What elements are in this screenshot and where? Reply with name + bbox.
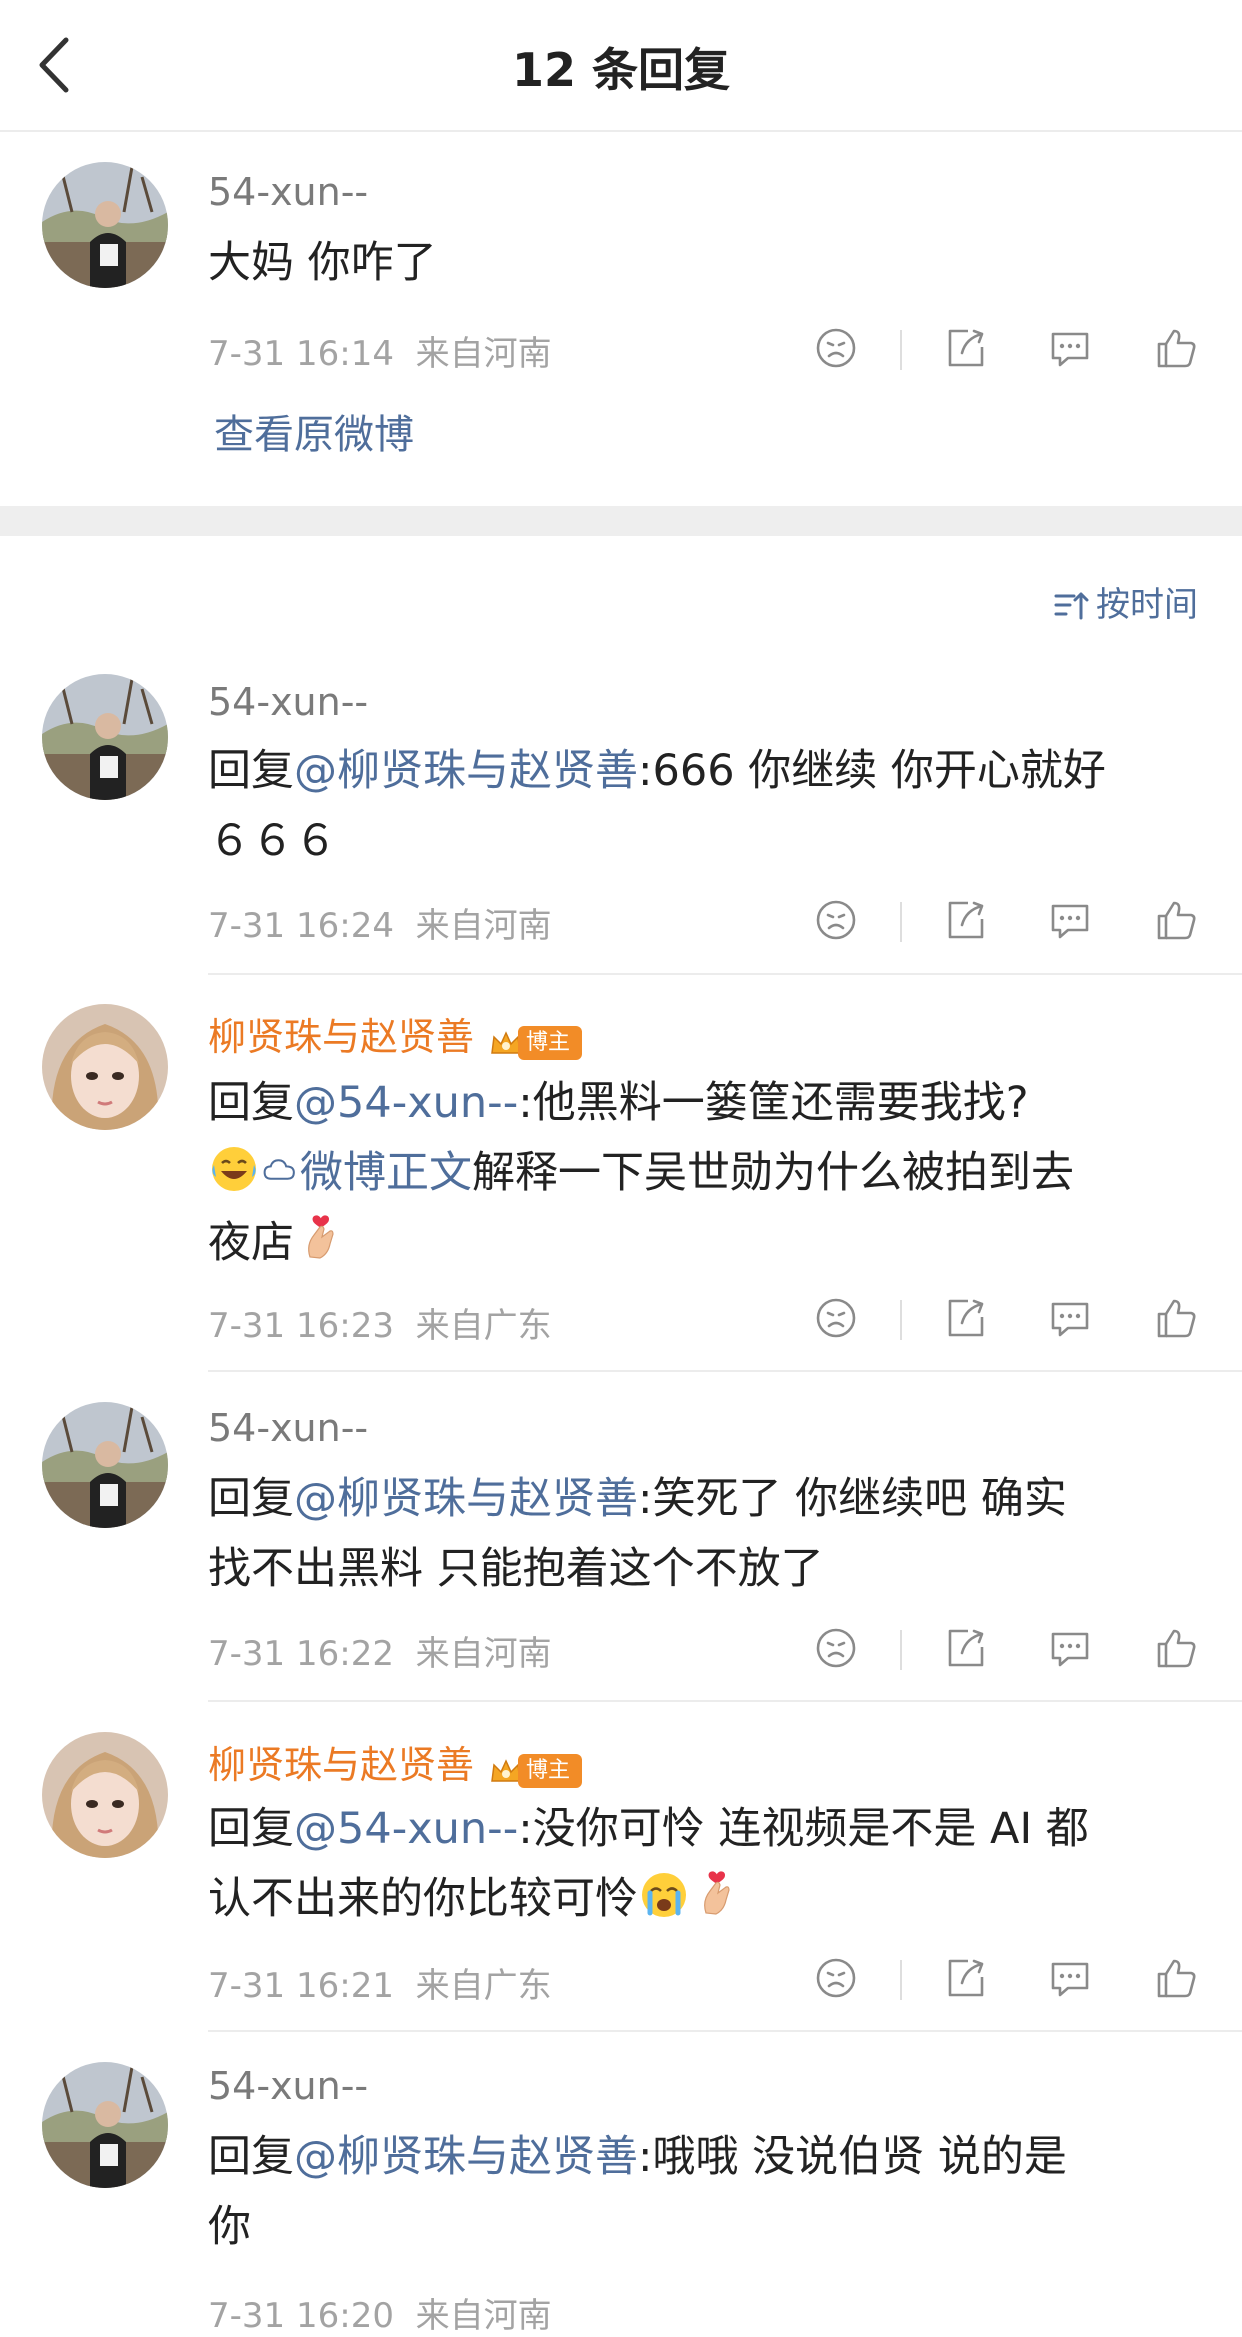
finger-heart-icon: [294, 1213, 346, 1265]
divider: [208, 973, 1242, 975]
share-icon[interactable]: [940, 1292, 992, 1344]
reply-item: 54-xun-- 回复@柳贤珠与赵贤善:哦哦 没说伯贤 说的是 你 7-31 1…: [0, 2060, 1242, 2336]
dislike-icon[interactable]: [810, 1952, 862, 2004]
like-icon[interactable]: [1150, 1622, 1202, 1674]
weibo-post-link[interactable]: 微博正文: [300, 1148, 472, 1198]
divider: [900, 1300, 902, 1340]
mention-link[interactable]: @柳贤珠与赵贤善: [294, 746, 638, 796]
root-comment: 54-xun-- 大妈 你咋了 7-31 16:14 来自河南 查看原微博: [0, 130, 1242, 510]
sort-button[interactable]: 按时间: [1052, 577, 1198, 626]
comment-icon[interactable]: [1044, 1622, 1096, 1674]
action-bar: [800, 322, 1220, 382]
user-name[interactable]: 柳贤珠与赵贤善 博主: [208, 1006, 583, 1061]
like-icon[interactable]: [1150, 1292, 1202, 1344]
dislike-icon[interactable]: [810, 322, 862, 374]
comment-meta: 7-31 16:23 来自广东: [208, 1306, 552, 1346]
like-icon[interactable]: [1150, 322, 1202, 374]
reply-text: 回复@柳贤珠与赵贤善:666 你继续 你开心就好 ６６６: [208, 746, 1106, 866]
reply-item: 54-xun-- 回复@柳贤珠与赵贤善:笑死了 你继续吧 确实 找不出黑料 只能…: [0, 1400, 1242, 1700]
dislike-icon[interactable]: [810, 1622, 862, 1674]
mention-link[interactable]: @54-xun--: [294, 1078, 518, 1128]
avatar[interactable]: [42, 1402, 168, 1528]
avatar[interactable]: [42, 1004, 168, 1130]
avatar[interactable]: [42, 1732, 168, 1858]
action-bar: [800, 894, 1220, 954]
divider: [900, 1630, 902, 1670]
comment-meta: 7-31 16:21 来自广东: [208, 1966, 552, 2006]
comment-meta: 7-31 16:24 来自河南: [208, 906, 552, 946]
dislike-icon[interactable]: [810, 894, 862, 946]
divider: [900, 330, 902, 370]
page-title: 12 条回复: [511, 43, 731, 97]
like-icon[interactable]: [1150, 1952, 1202, 2004]
user-name[interactable]: 柳贤珠与赵贤善 博主: [208, 1734, 583, 1789]
divider: [208, 1700, 1242, 1702]
like-icon[interactable]: [1150, 894, 1202, 946]
top-bar: 12 条回复: [0, 0, 1242, 132]
avatar[interactable]: [42, 162, 168, 288]
divider: [900, 902, 902, 942]
user-name[interactable]: 54-xun--: [208, 680, 368, 724]
user-name[interactable]: 54-xun--: [208, 1406, 368, 1450]
reply-item: 柳贤珠与赵贤善 博主 回复@54-xun--:没你可怜 连视频是不是 AI 都 认…: [0, 1730, 1242, 2030]
blogger-badge: 博主: [488, 1019, 583, 1060]
crying-face-icon: [638, 1869, 690, 1921]
divider: [208, 2030, 1242, 2032]
comment-icon[interactable]: [1044, 1292, 1096, 1344]
action-bar: [800, 1622, 1220, 1682]
action-bar: [800, 1952, 1220, 2012]
mention-link[interactable]: @54-xun--: [294, 1804, 518, 1854]
avatar[interactable]: [42, 674, 168, 800]
reply-text: 回复@柳贤珠与赵贤善:笑死了 你继续吧 确实 找不出黑料 只能抱着这个不放了: [208, 1474, 1067, 1594]
user-name[interactable]: 54-xun--: [208, 170, 368, 214]
comment-icon[interactable]: [1044, 894, 1096, 946]
share-icon[interactable]: [940, 1622, 992, 1674]
divider: [900, 1960, 902, 2000]
divider: [208, 1370, 1242, 1372]
view-original-link[interactable]: 查看原微博: [214, 402, 414, 460]
avatar[interactable]: [42, 2062, 168, 2188]
comment-text: 大妈 你咋了: [208, 238, 437, 288]
weibo-link-icon: [260, 1151, 300, 1191]
action-bar: [800, 1292, 1220, 1352]
reply-item: 柳贤珠与赵贤善 博主 回复@54-xun--:他黑料一篓筐还需要我找? 微博正文解…: [0, 1000, 1242, 1360]
sort-icon: [1054, 592, 1089, 620]
dislike-icon[interactable]: [810, 1292, 862, 1344]
share-icon[interactable]: [940, 322, 992, 374]
blogger-badge: 博主: [488, 1747, 583, 1788]
comment-icon[interactable]: [1044, 1952, 1096, 2004]
reply-text: 回复@54-xun--:没你可怜 连视频是不是 AI 都 认不出来的你比较可怜: [208, 1804, 1089, 1924]
comment-meta: 7-31 16:20 来自河南: [208, 2296, 552, 2336]
section-divider: [0, 506, 1242, 536]
user-name[interactable]: 54-xun--: [208, 2064, 368, 2108]
reply-item: 54-xun-- 回复@柳贤珠与赵贤善:666 你继续 你开心就好 ６６６ 7-…: [0, 670, 1242, 970]
share-icon[interactable]: [940, 894, 992, 946]
laugh-cry-icon: [208, 1143, 260, 1195]
comment-icon[interactable]: [1044, 322, 1096, 374]
comment-meta: 7-31 16:14 来自河南: [208, 334, 552, 374]
mention-link[interactable]: @柳贤珠与赵贤善: [294, 1474, 638, 1524]
comment-meta: 7-31 16:22 来自河南: [208, 1634, 552, 1674]
finger-heart-icon: [690, 1869, 742, 1921]
share-icon[interactable]: [940, 1952, 992, 2004]
reply-text: 回复@柳贤珠与赵贤善:哦哦 没说伯贤 说的是 你: [208, 2132, 1067, 2252]
reply-text: 回复@54-xun--:他黑料一篓筐还需要我找? 微博正文解释一下吴世勋为什么被…: [208, 1078, 1074, 1268]
mention-link[interactable]: @柳贤珠与赵贤善: [294, 2132, 638, 2182]
